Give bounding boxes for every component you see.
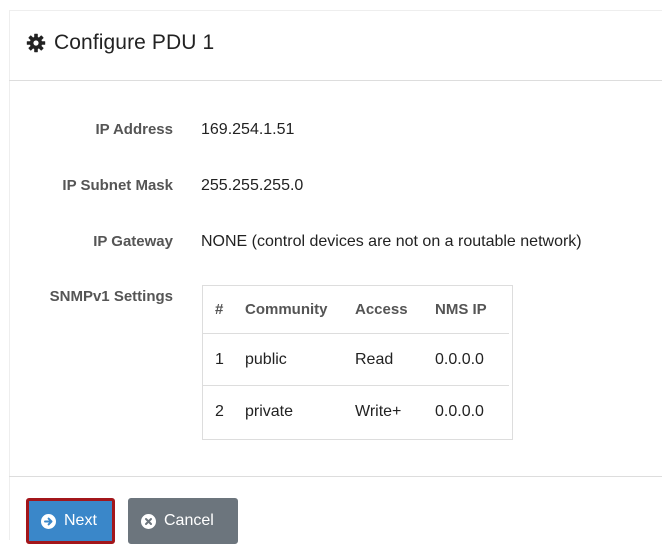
cell-access: Write+ [347, 385, 427, 437]
gear-icon [26, 33, 46, 53]
cell-community: private [237, 385, 347, 437]
x-circle-icon [141, 513, 156, 529]
dialog-header: Configure PDU 1 [26, 28, 214, 58]
cell-number: 1 [202, 333, 237, 386]
snmp-table: # Community Access NMS IP 1 public Read … [202, 285, 509, 437]
gateway-value: NONE (control devices are not on a routa… [201, 233, 582, 250]
cell-nms-ip: 0.0.0.0 [427, 385, 509, 437]
ip-address-label: IP Address [95, 121, 173, 138]
cancel-button[interactable]: Cancel [128, 498, 238, 544]
next-button-label: Next [64, 512, 97, 529]
ip-address-value: 169.254.1.51 [201, 121, 295, 138]
cell-nms-ip: 0.0.0.0 [427, 333, 509, 386]
panel-top-border [9, 10, 662, 11]
cell-community: public [237, 333, 347, 386]
cell-access: Read [347, 333, 427, 386]
dialog-panel [9, 0, 662, 540]
arrow-right-circle-icon [41, 513, 56, 529]
subnet-mask-label: IP Subnet Mask [62, 177, 173, 194]
next-button[interactable]: Next [26, 498, 115, 544]
column-header-community: Community [245, 300, 328, 318]
panel-left-border [9, 10, 10, 540]
subnet-mask-value: 255.255.255.0 [201, 177, 304, 194]
footer-divider [9, 476, 662, 477]
snmp-settings-label: SNMPv1 Settings [49, 288, 173, 305]
table-header-row: # Community Access NMS IP [202, 285, 509, 334]
column-header-access: Access [355, 300, 408, 318]
column-header-number: # [215, 300, 224, 318]
header-divider [9, 80, 662, 81]
cell-number: 2 [202, 385, 237, 437]
cancel-button-label: Cancel [164, 512, 214, 529]
table-row: 1 public Read 0.0.0.0 [202, 333, 509, 386]
dialog-title: Configure PDU 1 [54, 31, 215, 54]
column-header-nms-ip: NMS IP [435, 300, 487, 318]
gateway-label: IP Gateway [93, 233, 173, 250]
table-row: 2 private Write+ 0.0.0.0 [202, 385, 509, 437]
